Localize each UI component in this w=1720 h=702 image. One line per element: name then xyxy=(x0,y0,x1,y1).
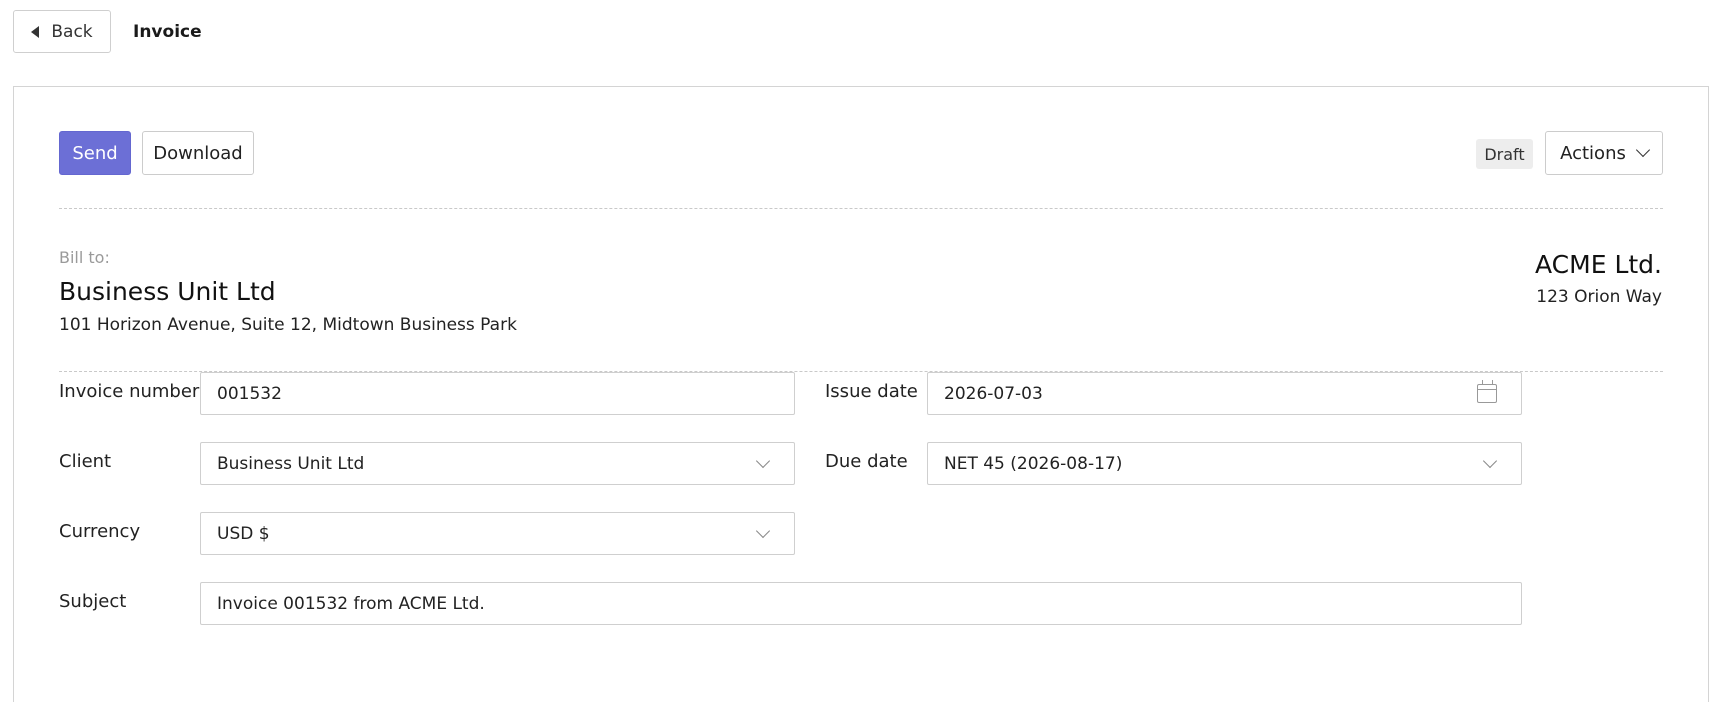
chevron-down-icon xyxy=(1635,142,1650,158)
subject-input[interactable]: Invoice 001532 from ACME Ltd. xyxy=(200,582,1522,625)
client-value: Business Unit Ltd xyxy=(217,453,365,474)
page-title: Invoice xyxy=(133,21,202,42)
currency-label: Currency xyxy=(59,521,141,542)
due-date-value: NET 45 (2026-08-17) xyxy=(944,453,1123,474)
invoice-number-value: 001532 xyxy=(217,383,282,404)
top-bar: Back Invoice xyxy=(13,10,202,53)
invoice-number-input[interactable]: 001532 xyxy=(200,372,795,415)
issue-date-value: 2026-07-03 xyxy=(944,383,1043,404)
subject-label: Subject xyxy=(59,591,127,612)
chevron-down-icon xyxy=(1482,453,1498,468)
due-date-select[interactable]: NET 45 (2026-08-17) xyxy=(927,442,1522,485)
issue-date-label: Issue date xyxy=(825,381,918,402)
back-button[interactable]: Back xyxy=(13,10,111,53)
invoice-number-label: Invoice number xyxy=(59,381,200,402)
issue-date-input[interactable]: 2026-07-03 xyxy=(927,372,1522,415)
currency-select[interactable]: USD $ xyxy=(200,512,795,555)
bill-to-name: Business Unit Ltd xyxy=(59,277,276,306)
subject-value: Invoice 001532 from ACME Ltd. xyxy=(217,593,485,614)
divider xyxy=(59,208,1663,209)
download-button[interactable]: Download xyxy=(142,131,254,175)
due-date-label: Due date xyxy=(825,451,908,472)
client-label: Client xyxy=(59,451,112,472)
status-badge: Draft xyxy=(1476,139,1533,169)
bill-to-label: Bill to: xyxy=(59,248,110,267)
chevron-down-icon xyxy=(755,523,771,538)
company-address: 123 Orion Way xyxy=(1536,287,1662,307)
calendar-icon[interactable] xyxy=(1477,380,1497,403)
company-name: ACME Ltd. xyxy=(1535,250,1662,279)
chevron-down-icon xyxy=(755,453,771,468)
invoice-card: Send Download Draft Actions Bill to: Bus… xyxy=(13,86,1709,702)
send-button[interactable]: Send xyxy=(59,131,131,175)
back-button-label: Back xyxy=(51,21,93,42)
client-select[interactable]: Business Unit Ltd xyxy=(200,442,795,485)
back-arrow-icon xyxy=(31,25,40,38)
currency-value: USD $ xyxy=(217,523,270,544)
actions-label: Actions xyxy=(1560,142,1626,164)
bill-to-address: 101 Horizon Avenue, Suite 12, Midtown Bu… xyxy=(59,315,517,335)
actions-dropdown-button[interactable]: Actions xyxy=(1545,131,1663,175)
